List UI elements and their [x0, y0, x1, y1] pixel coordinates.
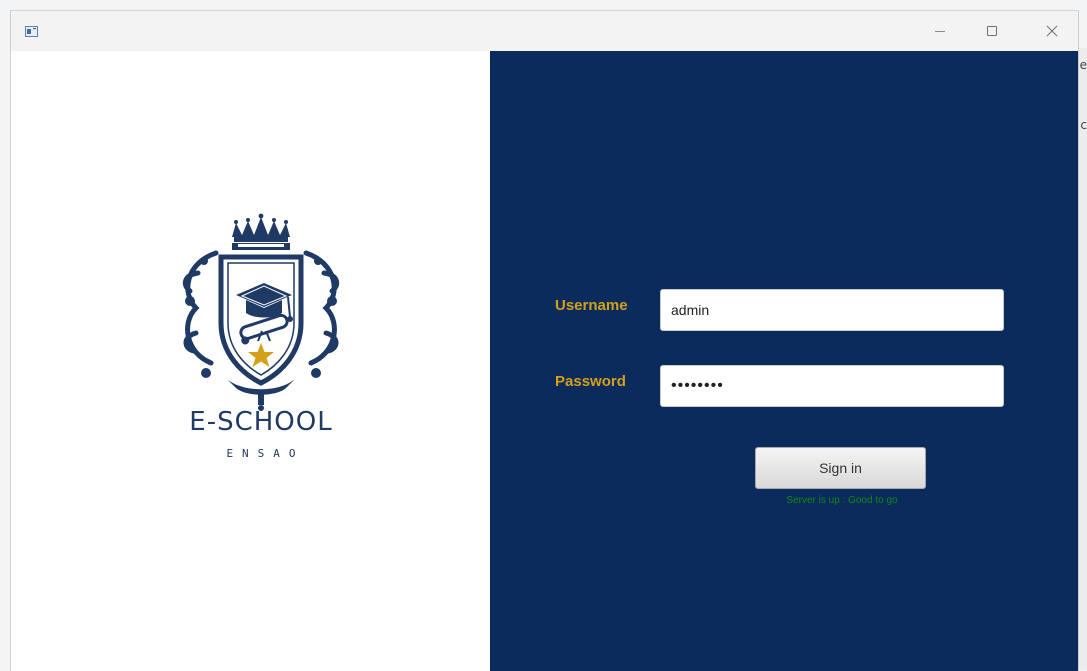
crest-logo — [182, 213, 340, 411]
crown-icon — [232, 213, 290, 250]
close-icon — [1046, 25, 1058, 37]
sign-in-button[interactable]: Sign in — [755, 447, 926, 489]
app-icon — [25, 24, 38, 37]
password-label: Password — [555, 373, 626, 390]
background-glyph: e — [1079, 58, 1087, 72]
password-field[interactable] — [660, 365, 1004, 407]
maximize-icon — [987, 26, 997, 36]
username-field[interactable] — [660, 289, 1004, 331]
brand-name: E-SCHOOL — [189, 407, 333, 437]
maximize-button[interactable] — [969, 11, 1015, 51]
branding-panel: E-SCHOOL ENSAO — [11, 51, 490, 671]
server-status: Server is up : Good to go — [786, 495, 898, 506]
close-button[interactable] — [1029, 11, 1075, 51]
title-bar[interactable] — [11, 11, 1078, 51]
background-glyph: c — [1080, 118, 1087, 132]
brand-subtitle: ENSAO — [226, 447, 305, 460]
login-window: E-SCHOOL ENSAO Username Password Sign in… — [10, 10, 1079, 671]
username-label: Username — [555, 297, 628, 314]
desktop-edge — [1079, 48, 1087, 670]
login-panel: Username Password Sign in Server is up :… — [490, 51, 1078, 671]
minimize-button[interactable] — [917, 11, 963, 51]
minimize-icon — [935, 31, 945, 32]
